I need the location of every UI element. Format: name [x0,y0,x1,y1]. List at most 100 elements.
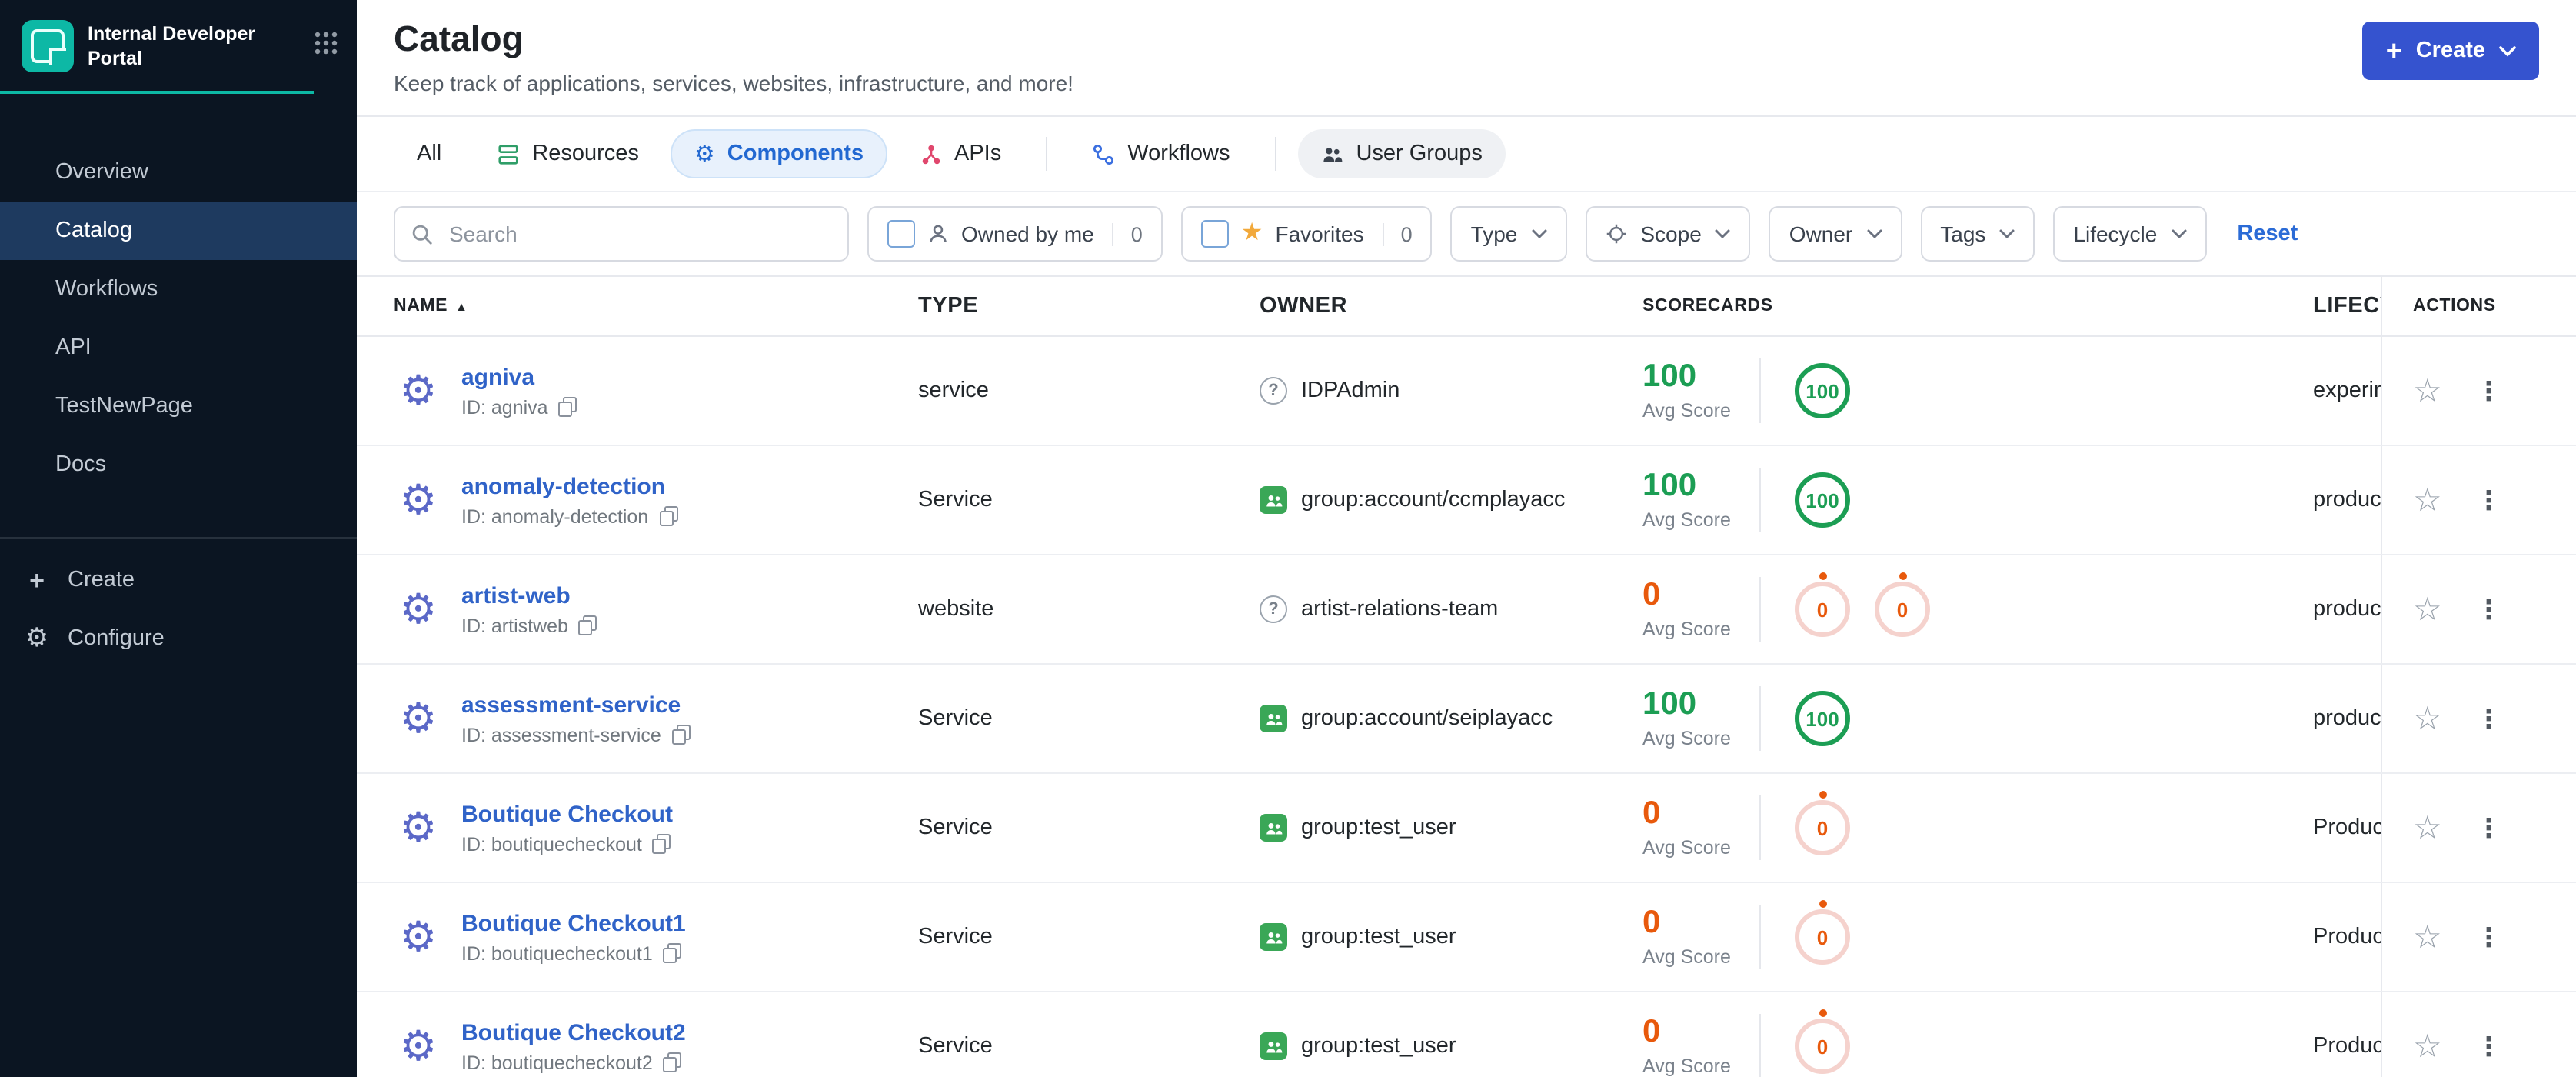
scorecard-badge[interactable]: 100 [1795,472,1850,528]
group-icon [1260,705,1287,732]
plus-icon: + [2385,35,2402,66]
name-stack: Boutique Checkout2 ID: boutiquecheckout2 [461,1019,686,1073]
avg-score-block: 100 Avg Score [1642,360,1753,422]
scorecard-badge[interactable]: 100 [1795,363,1850,418]
sidebar-header: Internal Developer Portal [0,0,357,91]
component-name-link[interactable]: artist-web [461,582,597,609]
copy-icon[interactable] [659,506,678,526]
sidebar-item-docs[interactable]: Docs [0,435,357,494]
row-menu-icon[interactable]: ⋮ [2470,487,2508,513]
sidebar-create-button[interactable]: + Create [0,551,357,609]
search-input[interactable] [446,220,832,248]
favorite-star-icon[interactable]: ☆ [2413,375,2442,407]
name-cell: ⚙ Boutique Checkout1 ID: boutiquecheckou… [357,910,918,964]
row-menu-icon[interactable]: ⋮ [2470,924,2508,950]
copy-icon[interactable] [578,615,597,635]
row-menu-icon[interactable]: ⋮ [2470,596,2508,622]
scorecard-badge[interactable]: 0 [1795,900,1850,965]
actions-cell: ☆ ⋮ [2381,337,2576,445]
tab-resources[interactable]: Resources [474,129,662,178]
owned-by-me-filter[interactable]: Owned by me 0 [867,206,1163,262]
score-divider [1759,577,1761,642]
sidebar-configure-label: Configure [68,626,165,651]
tab-workflows[interactable]: Workflows [1069,129,1253,178]
favorites-checkbox[interactable] [1200,220,1229,248]
owner-filter-dropdown[interactable]: Owner [1769,206,1902,262]
owned-by-me-label: Owned by me [961,222,1094,246]
column-header-scorecards: SCORECARDS [1642,297,1773,315]
avg-score-value: 100 [1642,686,1697,722]
actions-cell: ☆ ⋮ [2381,883,2576,991]
chevron-down-icon [1866,229,1882,238]
lifecycle-cell: experimental [2313,378,2381,403]
sidebar-item-catalog[interactable]: Catalog [0,202,357,260]
favorite-star-icon[interactable]: ☆ [2413,812,2442,844]
page-header: Catalog Keep track of applications, serv… [357,0,2576,117]
copy-icon[interactable] [671,725,691,745]
score-divider [1759,1014,1761,1077]
sidebar-configure-button[interactable]: ⚙ Configure [0,609,357,668]
scorecard-badge[interactable]: 0 [1875,572,1930,637]
component-name-link[interactable]: agniva [461,364,577,390]
scope-filter-dropdown[interactable]: Scope [1585,206,1751,262]
avg-score-label: Avg Score [1642,509,1731,531]
component-id: ID: boutiquecheckout [461,833,642,855]
scorecard-badge[interactable]: 100 [1795,691,1850,746]
tags-filter-dropdown[interactable]: Tags [1920,206,2035,262]
type-filter-dropdown[interactable]: Type [1450,206,1567,262]
create-button[interactable]: + Create [2362,22,2539,80]
lifecycle-cell: Production [2313,1034,2381,1059]
type-cell: website [918,597,994,622]
favorite-star-icon[interactable]: ☆ [2413,593,2442,625]
lifecycle-filter-dropdown[interactable]: Lifecycle [2053,206,2207,262]
name-cell: ⚙ anomaly-detection ID: anomaly-detectio… [357,473,918,527]
type-cell: Service [918,706,993,731]
score-divider [1759,358,1761,423]
row-menu-icon[interactable]: ⋮ [2470,815,2508,841]
lifecycle-cell: Production [2313,925,2381,949]
apps-grid-icon[interactable] [314,30,338,62]
copy-icon[interactable] [652,834,671,854]
component-gear-icon: ⚙ [399,695,438,741]
component-name-link[interactable]: Boutique Checkout [461,801,673,827]
actions-cell: ☆ ⋮ [2381,555,2576,663]
tab-all[interactable]: All [394,129,464,178]
tab-user-groups[interactable]: User Groups [1297,129,1506,178]
row-menu-icon[interactable]: ⋮ [2470,378,2508,404]
scorecard-badges: 0 [1795,1009,1850,1074]
component-name-link[interactable]: Boutique Checkout1 [461,910,686,936]
copy-icon[interactable] [663,943,682,963]
avg-score-label: Avg Score [1642,619,1731,640]
favorite-star-icon[interactable]: ☆ [2413,702,2442,735]
component-id-line: ID: artistweb [461,615,597,636]
scorecard-badge[interactable]: 0 [1795,791,1850,855]
sidebar-item-api[interactable]: API [0,318,357,377]
copy-icon[interactable] [558,397,577,417]
row-menu-icon[interactable]: ⋮ [2470,705,2508,732]
component-name-link[interactable]: anomaly-detection [461,473,677,499]
sidebar-item-workflows[interactable]: Workflows [0,260,357,318]
owned-by-me-checkbox[interactable] [887,220,915,248]
row-menu-icon[interactable]: ⋮ [2470,1033,2508,1059]
name-cell: ⚙ artist-web ID: artistweb [357,582,918,636]
column-header-name[interactable]: NAME ▲ [357,297,918,315]
owner-cell: ? artist-relations-team [1260,595,1642,623]
favorites-filter[interactable]: ★ Favorites 0 [1180,206,1433,262]
tab-components[interactable]: ⚙ Components [671,129,887,178]
favorite-star-icon[interactable]: ☆ [2413,484,2442,516]
tab-apis[interactable]: APIs [896,129,1024,178]
component-name-link[interactable]: assessment-service [461,692,691,718]
component-name-link[interactable]: Boutique Checkout2 [461,1019,686,1045]
column-header-actions: ACTIONS [2381,277,2576,335]
favorite-star-icon[interactable]: ☆ [2413,921,2442,953]
sidebar-item-overview[interactable]: Overview [0,143,357,202]
reset-filters-link[interactable]: Reset [2237,222,2298,246]
scorecard-badge[interactable]: 0 [1795,1009,1850,1074]
sidebar-item-testnewpage[interactable]: TestNewPage [0,377,357,435]
favorite-star-icon[interactable]: ☆ [2413,1030,2442,1062]
scorecard-badge[interactable]: 0 [1795,572,1850,637]
table-row: ⚙ Boutique Checkout1 ID: boutiquecheckou… [357,883,2576,992]
copy-icon[interactable] [663,1052,682,1072]
name-cell: ⚙ Boutique Checkout2 ID: boutiquecheckou… [357,1019,918,1073]
component-id: ID: boutiquecheckout2 [461,1052,653,1073]
